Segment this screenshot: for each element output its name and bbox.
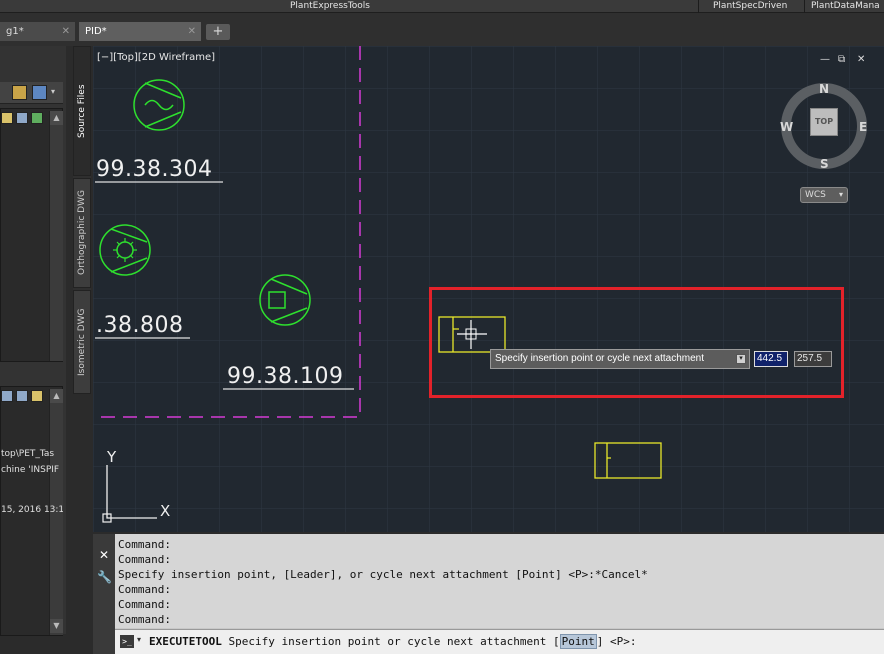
chevron-down-icon[interactable]: ▾: [51, 87, 55, 96]
wcs-label: WCS: [805, 190, 826, 200]
document-icon[interactable]: [16, 112, 28, 124]
viewcube-top-face[interactable]: TOP: [810, 108, 838, 136]
close-icon[interactable]: ✕: [188, 22, 196, 41]
command-line-window: ✕ 🔧 Command: Command: Specify insertion …: [93, 534, 884, 654]
wrench-icon[interactable]: 🔧: [97, 570, 112, 584]
edit-icon[interactable]: [31, 390, 43, 402]
ucs-y-label: Y: [107, 448, 117, 466]
command-prompt-text: EXECUTETOOL Specify insertion point or c…: [149, 634, 637, 649]
history-line: Specify insertion point, [Leader], or cy…: [118, 568, 648, 581]
keyword-point-option[interactable]: Point: [559, 634, 597, 649]
vertical-tab-strip: Source Files Orthographic DWG Isometric …: [73, 46, 91, 394]
ribbon-tab-plantexpresstools[interactable]: PlantExpressTools: [290, 0, 370, 13]
history-line: Command:: [118, 538, 171, 551]
detail-machine: chine 'INSPIF: [1, 465, 60, 475]
wcs-menu[interactable]: WCS ▾: [800, 187, 848, 203]
ribbon-tab-plantspecdriven[interactable]: PlantSpecDriven: [713, 0, 787, 13]
ribbon-separator: [804, 0, 805, 13]
dynamic-input-tooltip: Specify insertion point or cycle next at…: [490, 349, 750, 369]
compass-west[interactable]: W: [780, 120, 793, 134]
ribbon-tab-plantdatamana[interactable]: PlantDataMana: [811, 0, 884, 13]
folder-icon[interactable]: [1, 112, 13, 124]
tag-text-304[interactable]: 99.38.304: [96, 157, 212, 182]
doc-tab-g1[interactable]: g1* ✕: [0, 22, 75, 41]
scroll-up-icon[interactable]: ▲: [50, 111, 63, 125]
annotation-highlight: [429, 287, 844, 398]
doc-tab-label: PID*: [85, 26, 107, 37]
chevron-down-icon[interactable]: ▾: [736, 354, 746, 364]
compass-east[interactable]: E: [859, 120, 867, 134]
compass-south[interactable]: S: [820, 157, 829, 171]
y-coordinate-input[interactable]: 257.5: [794, 351, 832, 367]
chevron-down-icon: ▾: [838, 190, 843, 199]
tab-isometric-dwg[interactable]: Isometric DWG: [73, 290, 91, 394]
view-icon[interactable]: [16, 390, 28, 402]
command-prompt-icon[interactable]: >_: [120, 635, 134, 648]
prompt-after: ] <P>:: [596, 635, 637, 648]
history-line: Command:: [118, 583, 171, 596]
source-files-panel: ▲: [0, 108, 63, 362]
detail-date: 15, 2016 13:1: [1, 505, 63, 515]
tab-orthographic-dwg[interactable]: Orthographic DWG: [73, 178, 91, 288]
command-line-handle: ✕ 🔧: [93, 534, 115, 654]
doc-tab-label: g1*: [6, 26, 24, 37]
doc-tab-pid[interactable]: PID* ✕: [79, 22, 201, 41]
details-panel: ▲ ▼ top\PET_Tas chine 'INSPIF 15, 2016 1…: [0, 386, 63, 636]
tool-palette: ▾ ▲ ▲ ▼ top\PET_Tas chine 'INSPIF 15, 20…: [0, 46, 66, 636]
document-tab-bar: g1* ✕ PID* ✕ +: [0, 13, 884, 46]
scroll-up-icon[interactable]: ▲: [50, 389, 63, 403]
minimize-icon[interactable]: —: [820, 54, 830, 65]
ucs-x-label: X: [160, 502, 171, 520]
tab-source-files[interactable]: Source Files: [73, 46, 91, 176]
restore-icon[interactable]: ⧉: [838, 54, 845, 65]
drawing-canvas[interactable]: [−][Top][2D Wireframe] — ⧉ ✕ 99.38.304 .…: [93, 46, 884, 532]
view-icon[interactable]: [1, 390, 13, 402]
tooltip-prompt: Specify insertion point or cycle next at…: [495, 353, 704, 364]
command-history: Command: Command: Specify insertion poin…: [115, 534, 884, 628]
refresh-icon[interactable]: [31, 112, 43, 124]
command-name: EXECUTETOOL: [149, 635, 222, 648]
chevron-down-icon[interactable]: ▾: [137, 635, 141, 644]
x-coordinate-input[interactable]: 442.5: [754, 351, 788, 367]
history-line: Command:: [118, 553, 171, 566]
history-line: Command:: [118, 598, 171, 611]
scroll-down-icon[interactable]: ▼: [50, 619, 63, 633]
history-line: Command:: [118, 613, 171, 626]
tag-text-109[interactable]: 99.38.109: [227, 364, 343, 389]
detail-path: top\PET_Tas: [1, 449, 55, 459]
viewport-label[interactable]: [−][Top][2D Wireframe]: [97, 52, 215, 63]
close-icon[interactable]: ✕: [99, 548, 109, 562]
new-tab-button[interactable]: +: [206, 24, 230, 40]
command-input[interactable]: >_ ▾ EXECUTETOOL Specify insertion point…: [115, 629, 884, 654]
palette-toolbar: ▾: [0, 82, 63, 104]
compass-north[interactable]: N: [819, 82, 829, 96]
ribbon-separator: [698, 0, 699, 13]
palette-tool-icon[interactable]: [32, 85, 47, 100]
close-icon[interactable]: ✕: [62, 22, 70, 41]
tag-text-808[interactable]: .38.808: [96, 313, 183, 338]
close-icon[interactable]: ✕: [857, 54, 865, 65]
ribbon-bar: PlantExpressTools PlantSpecDriven PlantD…: [0, 0, 884, 13]
panel-scrollbar[interactable]: ▲: [49, 111, 63, 361]
prompt-before: Specify insertion point or cycle next at…: [221, 635, 560, 648]
palette-tool-icon[interactable]: [12, 85, 27, 100]
